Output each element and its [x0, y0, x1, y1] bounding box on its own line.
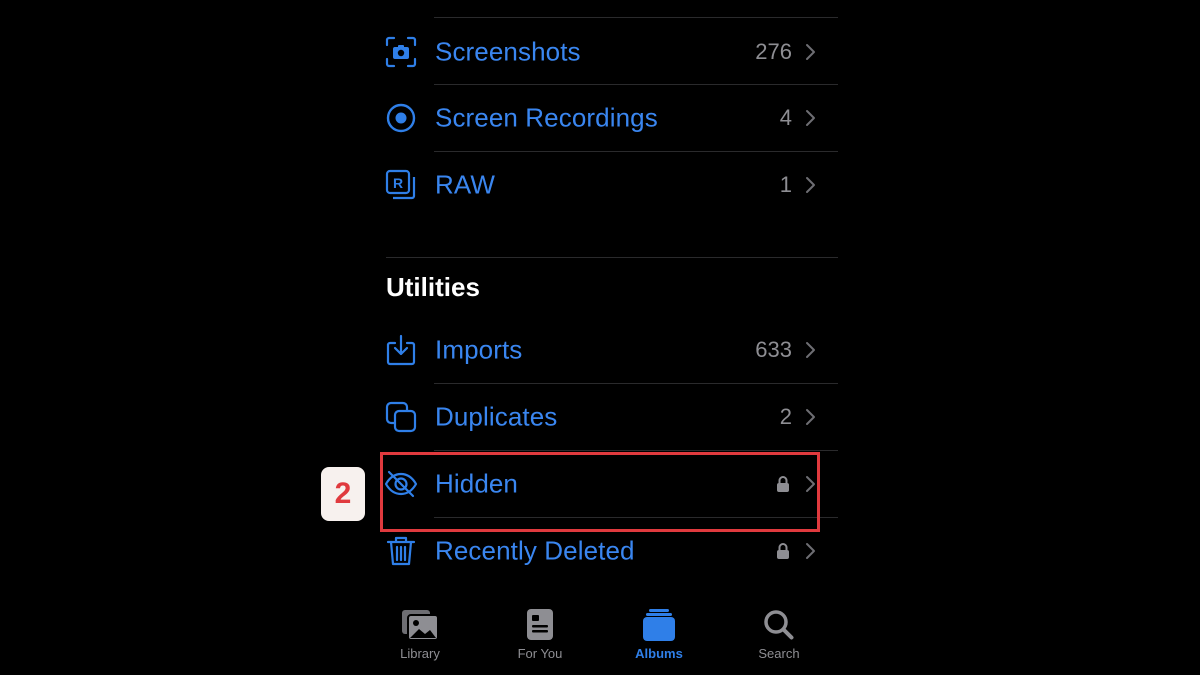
chevron-right-icon [806, 543, 815, 559]
chevron-right-icon [806, 110, 815, 126]
photos-albums-screen: Screenshots 276 Screen Recordings 4 R RA… [0, 0, 1200, 675]
screenshot-icon [384, 35, 418, 69]
album-row-raw[interactable]: R RAW 1 [380, 152, 838, 218]
for-you-icon [527, 609, 553, 640]
tab-label: Search [758, 646, 800, 661]
divider [434, 17, 838, 18]
album-count: 276 [755, 39, 792, 64]
duplicates-icon [384, 400, 418, 434]
lock-icon [777, 543, 789, 559]
tab-albums[interactable]: Albums [609, 608, 709, 668]
album-row-screen-recordings[interactable]: Screen Recordings 4 [380, 85, 838, 151]
raw-icon: R [384, 168, 418, 202]
step-number-badge: 2 [321, 467, 365, 521]
tab-for-you[interactable]: For You [490, 608, 590, 668]
album-count: 4 [779, 105, 792, 130]
highlight-box [380, 452, 820, 532]
album-count: 2 [779, 404, 792, 429]
album-label: Screen Recordings [435, 102, 658, 133]
tab-label: For You [517, 646, 563, 661]
tab-label: Albums [635, 646, 683, 661]
chevron-right-icon [806, 177, 815, 193]
section-title-utilities: Utilities [386, 272, 480, 302]
albums-icon [643, 609, 675, 641]
album-label: RAW [435, 169, 495, 200]
import-icon [384, 333, 418, 367]
tab-search[interactable]: Search [729, 608, 829, 668]
svg-text:R: R [393, 175, 403, 191]
chevron-right-icon [806, 409, 815, 425]
album-label: Screenshots [435, 36, 581, 67]
search-icon [764, 610, 794, 640]
album-row-imports[interactable]: Imports 633 [380, 317, 838, 383]
album-label: Duplicates [435, 401, 558, 432]
tab-library[interactable]: Library [370, 608, 470, 668]
album-label: Recently Deleted [435, 535, 635, 566]
album-label: Imports [435, 334, 523, 365]
tab-label: Library [400, 646, 440, 661]
album-count: 633 [755, 337, 792, 362]
album-row-duplicates[interactable]: Duplicates 2 [380, 384, 838, 450]
library-icon [402, 610, 439, 641]
chevron-right-icon [806, 44, 815, 60]
tab-bar: Library For You Albums Search [360, 596, 840, 675]
album-row-screenshots[interactable]: Screenshots 276 [380, 19, 838, 85]
record-icon [384, 101, 418, 135]
chevron-right-icon [806, 342, 815, 358]
album-count: 1 [779, 172, 792, 197]
trash-icon [384, 534, 418, 568]
section-divider [386, 257, 838, 258]
